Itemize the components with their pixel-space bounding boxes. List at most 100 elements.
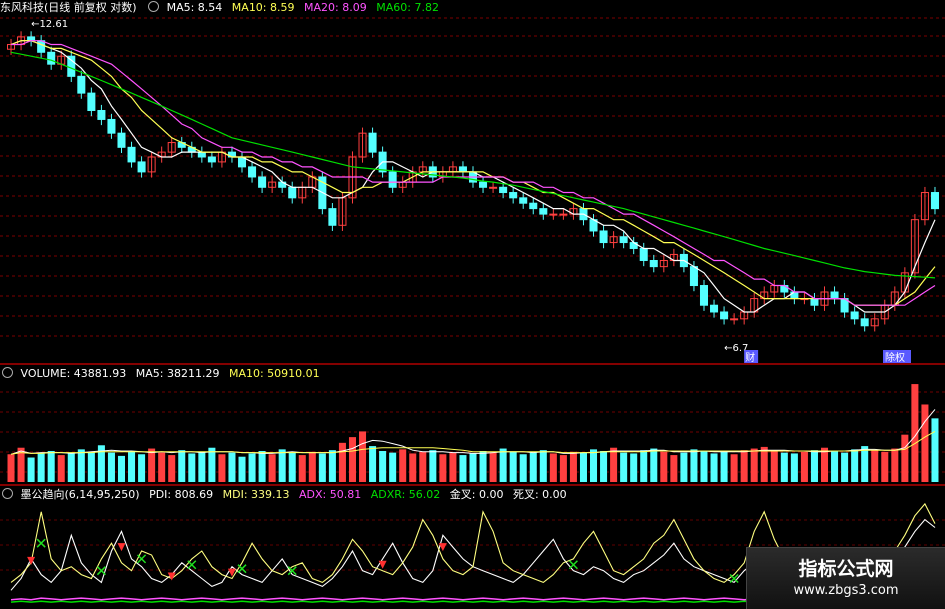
chart-stage: ←12.61←6.7财 除权 [0, 17, 945, 603]
volume-header: VOLUME: 43881.93 MA5: 38211.29 MA10: 509… [0, 366, 326, 382]
candle [930, 192, 939, 210]
volume-bar [871, 450, 879, 482]
price-plot: ←12.61←6.7财 除权 [7, 19, 939, 364]
death-cross-marker [187, 560, 197, 570]
volume-bar [600, 450, 608, 482]
volume-bar [77, 449, 85, 482]
volume-bar [57, 455, 65, 482]
candle [248, 166, 257, 178]
volume-bar [178, 450, 186, 482]
volume-bar [901, 434, 909, 482]
death-cross-marker [237, 564, 247, 574]
volume-bar [539, 450, 547, 482]
adx-label: ADX: 50.81 [299, 488, 362, 501]
volume-ma5-line [10, 409, 936, 455]
candle [197, 151, 206, 158]
volume-bar [379, 450, 387, 482]
volume-bar [168, 455, 176, 482]
golden-cross-marker [117, 543, 126, 552]
volume-bar [429, 450, 437, 482]
volume-bar [338, 442, 346, 482]
volume-bar [459, 455, 467, 482]
volume-bar [298, 455, 306, 482]
candle [458, 166, 467, 173]
volume-bar [7, 454, 15, 482]
volume-bar [760, 446, 768, 482]
candle [107, 118, 116, 134]
high-annotation: ←12.61 [31, 19, 68, 30]
circle-icon [2, 367, 13, 378]
volume-bar [278, 449, 286, 482]
volume-bar [37, 452, 45, 482]
volume-bar [620, 452, 628, 482]
volume-bar [660, 451, 668, 482]
volume-bar [27, 457, 35, 482]
candle [388, 171, 397, 188]
golden-cross-marker [227, 568, 236, 577]
volume-bar [399, 449, 407, 482]
volume-bar [720, 451, 728, 482]
volume-bar [288, 452, 296, 482]
volume-bar [810, 450, 818, 482]
volume-bar [107, 452, 115, 482]
volume-bar [750, 448, 758, 482]
volume-bar [148, 448, 156, 482]
candle [499, 186, 508, 194]
pdi-label: PDI: 808.69 [149, 488, 214, 501]
candle [599, 230, 608, 244]
volume-bar [579, 452, 587, 482]
volume-bar [128, 450, 136, 482]
vol-ma5-label: MA5: 38211.29 [135, 367, 220, 380]
volume-bar [258, 450, 266, 482]
candle [479, 181, 488, 188]
ma60-label: MA60: 7.82 [376, 1, 439, 14]
candle [699, 285, 709, 306]
volume-bar [690, 449, 698, 482]
watermark-title: 指标公式网 [798, 558, 894, 580]
volume-bar [590, 449, 598, 482]
volume-bar [328, 450, 336, 482]
volume-bar [790, 453, 798, 482]
candle [37, 40, 46, 53]
volume-bar [851, 449, 859, 482]
death-cross-marker [96, 566, 106, 576]
golden-cross-marker [378, 560, 387, 569]
volume-bar [419, 451, 427, 482]
volume-bar [861, 446, 869, 482]
candle [810, 298, 819, 306]
candle [509, 192, 518, 199]
volume-bar [700, 450, 708, 482]
stock-title: 东风科技(日线 前复权 对数) [0, 1, 137, 14]
volume-bar [389, 452, 397, 482]
circle-icon [148, 1, 160, 12]
volume-bar [559, 455, 567, 482]
volume-bar [820, 447, 829, 482]
volume-bar [268, 454, 276, 482]
candle [710, 304, 719, 313]
candle [368, 132, 377, 153]
indicator-header: 墨公趋向(6,14,95,250) PDI: 808.69 MDI: 339.1… [0, 487, 573, 503]
volume-bar [780, 452, 788, 482]
volume-bar [509, 451, 517, 482]
volume-bar [499, 448, 507, 482]
volume-bar [67, 453, 75, 482]
volume-bar [630, 453, 638, 482]
volume-bar [650, 448, 658, 482]
ma5-label: MA5: 8.54 [166, 1, 223, 14]
candle [328, 208, 337, 226]
volume-plot [7, 384, 939, 482]
volume-bar [800, 451, 808, 482]
candle [47, 51, 56, 65]
candle [207, 156, 216, 163]
candle [730, 318, 739, 321]
volume-bar [348, 437, 356, 482]
volume-bar [710, 453, 718, 482]
volume-bar [610, 447, 618, 482]
volume-bar [680, 452, 688, 482]
volume-bar [670, 455, 678, 482]
death-cross-marker [137, 554, 147, 564]
price-header: 东风科技(日线 前复权 对数) MA5: 8.54 MA10: 8.59 MA2… [0, 0, 445, 16]
candle [539, 208, 548, 215]
volume-bar [479, 450, 487, 482]
candle [689, 266, 698, 287]
